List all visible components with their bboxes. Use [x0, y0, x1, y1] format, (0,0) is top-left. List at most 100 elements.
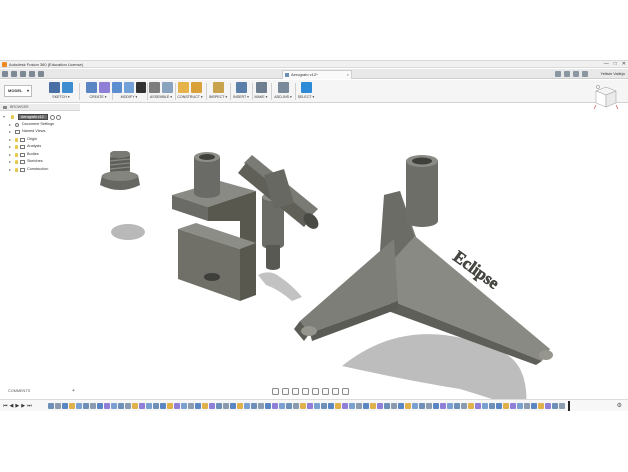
box-icon[interactable]: [86, 82, 97, 93]
toolbar-group-label[interactable]: INSPECT ▾: [207, 94, 229, 100]
timeline-feature-icon[interactable]: [531, 403, 537, 409]
timeline-feature-icon[interactable]: [223, 403, 229, 409]
timeline-feature-icon[interactable]: [391, 403, 397, 409]
timeline-feature-icon[interactable]: [552, 403, 558, 409]
browser-node[interactable]: ▸ Bodies: [0, 151, 80, 159]
3d-print-icon[interactable]: [255, 82, 267, 93]
sum-icon[interactable]: [136, 82, 146, 93]
timeline-feature-icon[interactable]: [76, 403, 82, 409]
timeline-feature-icon[interactable]: [286, 403, 292, 409]
timeline-feature-icon[interactable]: [398, 403, 404, 409]
3d-viewport[interactable]: Eclipse: [80, 151, 628, 441]
browser-node[interactable]: ▸ Construction: [0, 166, 80, 174]
timeline-feature-icon[interactable]: [363, 403, 369, 409]
timeline-feature-icon[interactable]: [111, 403, 117, 409]
timeline-feature-icon[interactable]: [258, 403, 264, 409]
collapse-icon[interactable]: [3, 106, 7, 109]
line-icon[interactable]: [62, 82, 73, 93]
timeline-feature-icon[interactable]: [503, 403, 509, 409]
timeline-settings-icon[interactable]: ⚙: [617, 402, 622, 409]
toolbar-group-label[interactable]: SELECT ▾: [297, 94, 315, 100]
joint-icon[interactable]: [162, 82, 173, 93]
toolbar-group-label[interactable]: ASSEMBLE ▾: [148, 94, 174, 100]
toolbar-group-label[interactable]: CREATE ▾: [85, 94, 111, 100]
timeline-feature-icon[interactable]: [447, 403, 453, 409]
threaded-knob-part[interactable]: [100, 151, 140, 190]
close-tab-icon[interactable]: ×: [347, 71, 349, 79]
timeline-feature-icon[interactable]: [139, 403, 145, 409]
timeline-feature-icon[interactable]: [83, 403, 89, 409]
timeline-feature-icon[interactable]: [307, 403, 313, 409]
timeline-feature-icon[interactable]: [377, 403, 383, 409]
timeline-feature-icon[interactable]: [468, 403, 474, 409]
timeline-back-button[interactable]: ◀: [10, 403, 14, 409]
toolbar-group-label[interactable]: SKETCH ▾: [44, 94, 78, 100]
expand-arrow-icon[interactable]: ▸: [9, 151, 11, 159]
display-settings-icon[interactable]: [322, 388, 329, 395]
timeline-feature-icon[interactable]: [104, 403, 110, 409]
timeline-feature-icon[interactable]: [216, 403, 222, 409]
toolbar-group-label[interactable]: INSERT ▾: [231, 94, 251, 100]
new-tab-icon[interactable]: [555, 71, 561, 77]
timeline-feature-icon[interactable]: [188, 403, 194, 409]
timeline-feature-icon[interactable]: [167, 403, 173, 409]
timeline-feature-icon[interactable]: [433, 403, 439, 409]
document-tab[interactable]: Aerografo v12* ×: [282, 70, 352, 79]
timeline-feature-icon[interactable]: [97, 403, 103, 409]
timeline-feature-icon[interactable]: [244, 403, 250, 409]
browser-root-node[interactable]: ▾ Aerografo v12: [0, 113, 80, 121]
expand-arrow-icon[interactable]: ▸: [9, 128, 11, 136]
axis-icon[interactable]: [191, 82, 202, 93]
visibility-bulb-icon[interactable]: [15, 145, 18, 149]
notifications-icon[interactable]: [573, 71, 579, 77]
expand-arrow-icon[interactable]: ▸: [9, 121, 11, 129]
timeline-feature-icon[interactable]: [293, 403, 299, 409]
data-panel-icon[interactable]: [2, 71, 8, 77]
timeline-feature-icon[interactable]: [132, 403, 138, 409]
timeline-feature-icon[interactable]: [55, 403, 61, 409]
add-comment-icon[interactable]: +: [72, 386, 75, 396]
minimize-button[interactable]: —: [604, 61, 609, 68]
browser-node[interactable]: ▸ Named Views: [0, 128, 80, 136]
timeline-feature-icon[interactable]: [321, 403, 327, 409]
orbit-icon[interactable]: [272, 388, 279, 395]
timeline-feature-icon[interactable]: [237, 403, 243, 409]
view-cube[interactable]: [594, 83, 618, 111]
timeline-feature-icon[interactable]: [62, 403, 68, 409]
timeline-feature-icon[interactable]: [461, 403, 467, 409]
radio-icon[interactable]: [50, 114, 55, 120]
expand-arrow-icon[interactable]: ▸: [9, 166, 11, 174]
browser-node[interactable]: ▸ Document Settings: [0, 121, 80, 129]
toolbar-group-label[interactable]: ADD-INS ▾: [272, 94, 294, 100]
timeline-feature-icon[interactable]: [125, 403, 131, 409]
expand-arrow-icon[interactable]: ▸: [9, 136, 11, 144]
extrude-icon[interactable]: [99, 82, 110, 93]
select-icon[interactable]: [300, 82, 312, 93]
press-pull-icon[interactable]: [112, 82, 122, 93]
timeline-feature-icon[interactable]: [349, 403, 355, 409]
look-at-icon[interactable]: [282, 388, 289, 395]
browser-header[interactable]: BROWSER: [0, 104, 80, 111]
viewports-icon[interactable]: [342, 388, 349, 395]
user-account[interactable]: Yeltsin Vallejo: [601, 69, 625, 79]
timeline-feature-icon[interactable]: [90, 403, 96, 409]
timeline-feature-icon[interactable]: [153, 403, 159, 409]
expand-arrow-icon[interactable]: ▾: [3, 113, 5, 121]
timeline-feature-icon[interactable]: [272, 403, 278, 409]
toolbar-group-label[interactable]: CONSTRUCT ▾: [175, 94, 205, 100]
visibility-bulb-icon[interactable]: [11, 115, 14, 119]
timeline-feature-icon[interactable]: [181, 403, 187, 409]
new-component-icon[interactable]: [149, 82, 160, 93]
workspace-selector[interactable]: MODEL ▾: [4, 85, 32, 97]
fillet-icon[interactable]: [124, 82, 134, 93]
timeline-feature-icon[interactable]: [517, 403, 523, 409]
timeline-feature-icon[interactable]: [300, 403, 306, 409]
save-icon[interactable]: [20, 71, 26, 77]
visibility-bulb-icon[interactable]: [15, 152, 18, 157]
timeline-feature-icon[interactable]: [230, 403, 236, 409]
maximize-button[interactable]: □: [614, 61, 617, 68]
measure-icon[interactable]: [212, 82, 224, 93]
timeline-feature-icon[interactable]: [384, 403, 390, 409]
pan-icon[interactable]: [292, 388, 299, 395]
timeline-feature-icon[interactable]: [559, 403, 565, 409]
